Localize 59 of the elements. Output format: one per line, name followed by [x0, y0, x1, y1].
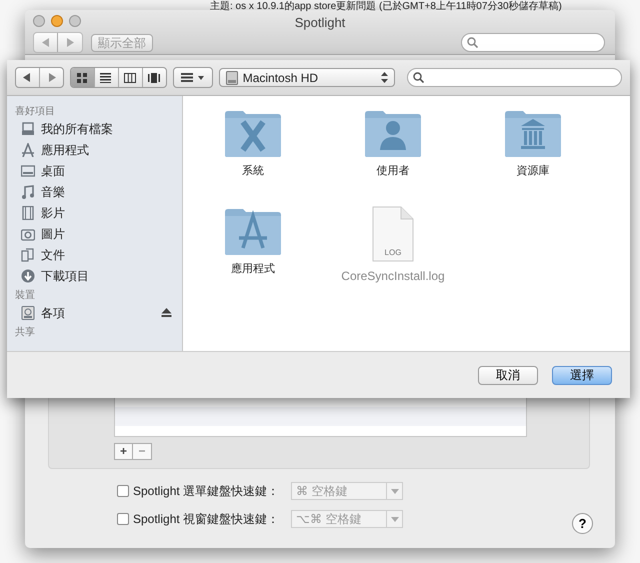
sidebar-item[interactable]: 影片 [7, 202, 182, 223]
users-folder-icon[interactable] [363, 108, 423, 158]
coverflow-view-icon [148, 72, 160, 82]
search-icon [467, 37, 478, 48]
documents-icon [21, 248, 35, 262]
file-name[interactable]: 應用程式 [231, 261, 275, 278]
checkbox[interactable] [117, 513, 129, 525]
shortcut-label: Spotlight 視窗鍵盤快速鍵： [133, 511, 280, 528]
search-field[interactable] [461, 33, 605, 52]
sidebar-item[interactable]: 我的所有檔案 [7, 118, 182, 139]
sidebar-item[interactable]: 音樂 [7, 181, 182, 202]
forward-icon [66, 38, 74, 47]
checkbox[interactable] [117, 485, 129, 497]
sidebar-heading: 裝置 [14, 288, 36, 302]
music-note-icon [21, 184, 35, 198]
file-name[interactable]: 資源庫 [516, 163, 550, 180]
sidebar-item[interactable]: 下載項目 [7, 265, 182, 286]
film-icon [21, 206, 35, 220]
eject-icon[interactable] [161, 308, 172, 317]
columns-view-icon [124, 72, 136, 82]
window-title: Spotlight [294, 15, 346, 30]
location-popup[interactable]: Macintosh HD [218, 68, 395, 87]
stepper-icon [380, 72, 388, 83]
icons-view-icon [76, 72, 89, 82]
add-button[interactable]: + [114, 443, 133, 460]
system-folder-icon[interactable] [223, 108, 283, 158]
help-button[interactable]: ? [572, 513, 593, 534]
file-type-label: LOG [384, 248, 402, 257]
sidebar-item[interactable]: 應用程式 [7, 139, 182, 160]
shortcut-label: Spotlight 選單鍵盤快速鍵： [133, 483, 280, 500]
post-heading: 主題: os x 10.9.1的app store更新問題 (已於GMT+8上午11時07分30秒儲存草稿) [210, 1, 562, 13]
sidebar-item[interactable]: 圖片 [7, 223, 182, 244]
sidebar-item[interactable]: 文件 [7, 244, 182, 265]
file-name[interactable]: 系統 [242, 163, 264, 180]
back-icon [23, 73, 32, 82]
forward-icon [48, 73, 56, 82]
drawer-icon [21, 122, 35, 136]
sidebar-heading: 喜好項目 [14, 104, 56, 118]
minimize-button[interactable] [51, 15, 63, 27]
cancel-button[interactable]: 取消 [478, 366, 538, 384]
camera-icon [21, 226, 35, 240]
download-icon [21, 268, 35, 282]
sidebar-item[interactable]: 各項 [7, 302, 182, 323]
search-icon [412, 72, 424, 83]
sidebar-item[interactable]: 桌面 [7, 160, 182, 181]
back-icon [42, 38, 50, 47]
close-button[interactable] [33, 15, 45, 27]
display-icon [21, 164, 35, 178]
search-field[interactable] [406, 68, 622, 87]
zoom-button[interactable] [69, 15, 81, 27]
sidebar-heading: 共享 [14, 326, 36, 339]
file-name[interactable]: 使用者 [376, 163, 410, 180]
library-folder-icon[interactable] [503, 108, 563, 158]
arrange-icon [180, 73, 205, 82]
icon-view-button[interactable] [71, 68, 96, 87]
app-store-icon [21, 142, 35, 156]
list-view-icon [100, 72, 112, 82]
applications-folder-icon[interactable] [223, 206, 283, 256]
choose-button[interactable]: 選擇 [552, 366, 612, 384]
